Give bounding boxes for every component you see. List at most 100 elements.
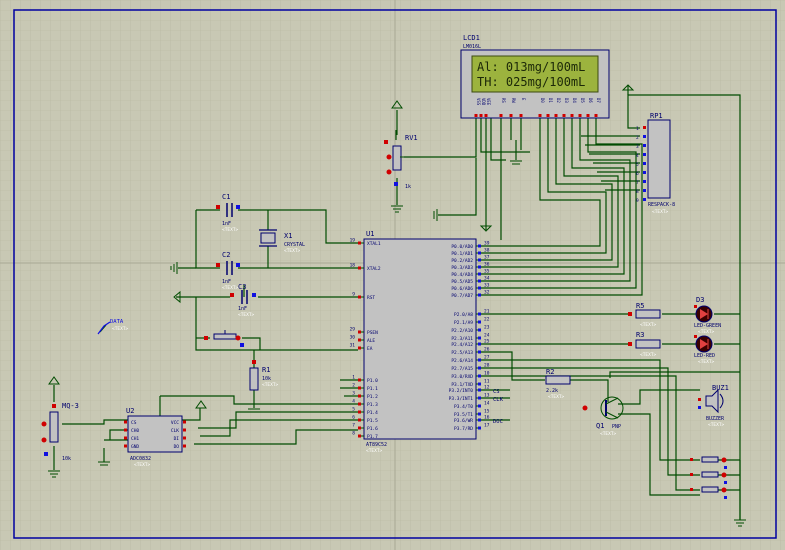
u2-ref: U2 xyxy=(126,407,134,415)
r1-value: 10k xyxy=(262,376,271,382)
u1-pin-name: EA xyxy=(367,346,373,352)
c1-value: 1nF xyxy=(222,221,231,227)
u1-pin-number: 32 xyxy=(484,290,490,296)
rp1-pin-marker xyxy=(643,126,646,129)
u2-pin-marker xyxy=(124,436,127,440)
u1-pin-name: P2.6/A14 xyxy=(451,358,473,364)
u1-pin-name: P1.3 xyxy=(367,402,378,408)
u1-pin-number: 26 xyxy=(484,347,490,353)
u2-pin-name: CLK xyxy=(171,428,179,434)
u1-pin-marker xyxy=(478,286,481,290)
net-label-doc: DOC xyxy=(493,419,503,425)
rv1-ref: RV1 xyxy=(405,134,418,142)
u1-pin-number: 7 xyxy=(352,423,355,429)
u2-pin-marker xyxy=(124,444,127,448)
u1-pin-marker xyxy=(478,258,481,262)
u1-pin-marker xyxy=(478,396,481,400)
rp1-pin-marker xyxy=(643,198,646,201)
lcd-pin-marker xyxy=(546,114,550,117)
u1-pin-marker xyxy=(358,338,361,342)
u1-pin-name: P0.7/AD7 xyxy=(451,293,473,299)
u2-model: ADC0832 xyxy=(130,456,151,462)
buz1-ref: BUZ1 xyxy=(712,384,729,392)
u1-pin-name: P0.3/AD3 xyxy=(451,265,473,271)
u1-pin-number: 36 xyxy=(484,262,490,268)
u1-pin-marker xyxy=(478,426,481,430)
u1-pin-name: P3.5/T1 xyxy=(454,412,473,418)
c2-ref: C2 xyxy=(222,251,230,259)
u1-pin-name: P2.1/A9 xyxy=(454,320,473,326)
u1-pin-number: 39 xyxy=(484,241,490,247)
u1-pin-number: 11 xyxy=(484,379,490,385)
lcd-line-1: Al: 013mg/100mL xyxy=(477,60,585,74)
rp1-pin-marker xyxy=(643,171,646,174)
r2-ref: R2 xyxy=(546,368,554,376)
d4-text: <TEXT> xyxy=(698,359,715,365)
lcd-pin-marker xyxy=(509,114,513,117)
r5-ref: R5 xyxy=(636,302,644,310)
u1-pin-marker xyxy=(478,265,481,269)
r1-text: <TEXT> xyxy=(262,382,279,388)
rp1-text: <TEXT> xyxy=(652,209,669,215)
u1-pin-marker xyxy=(358,402,361,406)
u1-pin-number: 31 xyxy=(350,343,356,349)
u1-pin-name: P1.1 xyxy=(367,386,378,392)
rp1-pin-marker xyxy=(643,135,646,138)
lcd-model: LM016L xyxy=(463,44,481,50)
rp1-pin-marker xyxy=(643,189,646,192)
schematic-canvas[interactable]: LCD1 LM016L Al: 013mg/100mL TH: 025mg/10… xyxy=(0,0,785,550)
lcd-pin-label: RS xyxy=(501,98,506,103)
u2-pin-marker xyxy=(124,428,127,432)
u1-pin-number: 4 xyxy=(352,399,355,405)
u2-pin-marker xyxy=(183,436,186,440)
lcd-pin-marker xyxy=(554,114,558,117)
u1-pin-name: P3.3/INT1 xyxy=(449,396,474,402)
buz1-model: BUZZER xyxy=(706,416,725,422)
r2-value: 2.2k xyxy=(546,388,558,394)
u1-pin-marker xyxy=(478,342,481,346)
rp1-pin-number: 3 xyxy=(636,144,639,150)
u2-pin-marker xyxy=(124,420,127,424)
lcd-pin-marker xyxy=(578,114,582,117)
u1-pin-name: XTAL1 xyxy=(367,241,381,247)
u1-text: <TEXT> xyxy=(366,448,383,454)
lcd-pin-marker xyxy=(570,114,574,117)
u1-pin-name: P1.4 xyxy=(367,410,378,416)
u1-pin-number: 38 xyxy=(484,248,490,254)
u1-model: AT89C52 xyxy=(366,442,387,448)
mq3-value: 10k xyxy=(62,456,71,462)
c1-text: <TEXT> xyxy=(222,227,239,233)
rv1-value: 1k xyxy=(405,184,411,190)
u2-pin-name: VCC xyxy=(171,420,179,426)
r1-ref: R1 xyxy=(262,366,270,374)
c2-text: <TEXT> xyxy=(222,285,239,291)
u1-pin-name: P0.5/AD5 xyxy=(451,279,473,285)
c2-value: 1nF xyxy=(222,279,231,285)
x1-ref: X1 xyxy=(284,232,292,240)
lcd-pin-marker xyxy=(562,114,566,117)
u1-pin-number: 12 xyxy=(484,385,490,391)
lcd-pin-marker xyxy=(586,114,590,117)
u1-pin-name: XTAL2 xyxy=(367,266,381,272)
lcd-pin-marker xyxy=(479,114,483,117)
lcd-pin-marker xyxy=(499,114,503,117)
u2-pin-marker xyxy=(183,428,186,432)
rp1-pin-number: 4 xyxy=(636,153,639,159)
u1-pin-number: 24 xyxy=(484,333,490,339)
net-label-clk: CLK xyxy=(493,397,504,403)
u2-pin-marker xyxy=(183,420,186,424)
u1-pin-marker xyxy=(478,320,481,324)
lcd-pin-label: D5 xyxy=(580,98,585,103)
microcontroller-u1[interactable]: U1 19 XTAL1 18 XTAL2 9 RST 29 PSEN 30 ALE 31 EA 1 P1.… xyxy=(350,230,490,454)
u1-pin-name: P2.3/A11 xyxy=(451,336,473,342)
lcd-pin-label: D6 xyxy=(588,98,593,103)
u1-pin-number: 34 xyxy=(484,276,490,282)
c3-value: 1nF xyxy=(238,306,247,312)
u1-pin-marker xyxy=(478,244,481,248)
u1-pin-marker xyxy=(478,312,481,316)
c1-ref: C1 xyxy=(222,193,230,201)
u1-pin-name: P2.4/A12 xyxy=(451,342,473,348)
u1-pin-number: 30 xyxy=(350,335,356,341)
u1-pin-name: P3.7/RD xyxy=(454,426,473,432)
u1-pin-number: 35 xyxy=(484,269,490,275)
